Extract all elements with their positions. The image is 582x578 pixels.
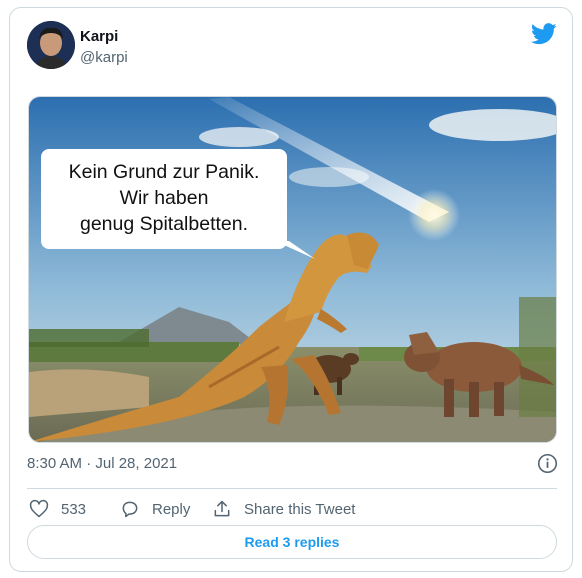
reply-button[interactable]: Reply — [120, 494, 190, 524]
reply-label: Reply — [152, 500, 191, 518]
tweet-card: Karpi @karpi Kein Grund zur Panik. Wir h… — [9, 7, 573, 572]
meme-line-3: genug Spitalbetten. — [79, 213, 249, 235]
meme-line-1: Kein Grund zur Panik. — [68, 161, 260, 183]
like-count: 533 — [61, 500, 87, 518]
heart-icon — [29, 499, 49, 518]
read-replies-button[interactable]: Read 3 replies — [27, 525, 557, 559]
share-label: Share this Tweet — [244, 500, 356, 518]
user-handle[interactable]: @karpi — [80, 49, 128, 66]
share-icon — [214, 500, 230, 517]
like-button[interactable]: 533 — [29, 494, 86, 524]
meme-line-2: Wir haben — [119, 187, 209, 209]
twitter-bird-icon[interactable] — [531, 23, 557, 45]
meme-caption: Kein Grund zur Panik. Wir haben genug Sp… — [41, 159, 287, 237]
speech-bubble-tail — [275, 241, 315, 259]
tweet-actions: 533 Reply Share this Tweet — [27, 494, 557, 524]
tweet-timestamp[interactable]: 8:30 AM · Jul 28, 2021 — [27, 455, 177, 472]
share-button[interactable]: Share this Tweet — [212, 494, 355, 524]
user-name[interactable]: Karpi — [80, 28, 118, 45]
info-icon[interactable] — [537, 453, 558, 474]
avatar[interactable] — [27, 21, 75, 69]
divider — [27, 488, 557, 489]
reply-bubble-icon — [122, 501, 138, 518]
